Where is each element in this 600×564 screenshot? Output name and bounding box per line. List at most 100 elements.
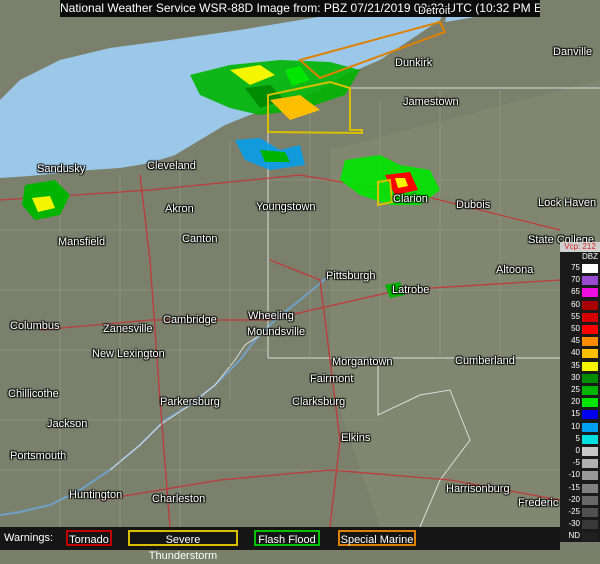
- city-label: Harrisonburg: [446, 483, 510, 495]
- city-label: Columbus: [10, 320, 60, 332]
- legend-level: 10: [560, 422, 600, 433]
- dbz-legend: Vcp: 212 DBZ 75 70 65 60 55 50 45 40 35 30 25 20 15 1…: [560, 242, 600, 542]
- legend-level: 60: [560, 300, 600, 311]
- legend-level-label: 5: [575, 433, 580, 443]
- legend-level: -20: [560, 495, 600, 506]
- city-label: Altoona: [496, 264, 534, 276]
- legend-level-label: 50: [571, 324, 580, 333]
- legend-level: -5: [560, 458, 600, 469]
- warning-flash-flood[interactable]: Flash Flood: [254, 530, 320, 546]
- legend-level-label: 45: [571, 336, 580, 346]
- legend-level-label: -25: [568, 507, 580, 516]
- legend-level-swatch: [582, 325, 598, 334]
- legend-level-label: 60: [571, 299, 580, 309]
- city-label: Lock Haven: [538, 197, 597, 209]
- legend-level-label: -30: [568, 519, 580, 529]
- legend-level: 40: [560, 348, 600, 359]
- city-label: Dubois: [456, 199, 491, 211]
- city-label: Detroit: [418, 5, 451, 17]
- city-label: Chillicothe: [8, 388, 59, 400]
- city-label: Clarion: [393, 193, 428, 205]
- city-label: Sandusky: [37, 163, 86, 175]
- city-label: Parkersburg: [160, 396, 220, 408]
- warning-special-marine[interactable]: Special Marine: [338, 530, 416, 546]
- legend-level-label: 20: [571, 397, 580, 407]
- city-label: Elkins: [341, 432, 371, 444]
- city-label: Akron: [165, 203, 194, 215]
- legend-level-label: 15: [571, 409, 580, 419]
- city-label: New Lexington: [92, 348, 165, 360]
- legend-level-swatch: [582, 300, 598, 310]
- legend-level-swatch: [582, 349, 598, 359]
- city-label: Zanesville: [103, 323, 153, 335]
- warning-tornado[interactable]: Tornado: [66, 530, 112, 546]
- legend-level: 30: [560, 373, 600, 384]
- legend-level: 15: [560, 409, 600, 420]
- legend-level-label: -20: [568, 494, 580, 504]
- legend-level-label: -10: [568, 470, 580, 480]
- legend-level-label: 65: [571, 287, 580, 297]
- legend-level-swatch: [582, 471, 598, 481]
- city-label: Portsmouth: [10, 450, 67, 462]
- legend-level: 25: [560, 385, 600, 396]
- city-label: Canton: [182, 233, 218, 245]
- city-label: Cumberland: [455, 355, 515, 367]
- city-label: Moundsville: [247, 326, 306, 338]
- city-label: Clarksburg: [292, 396, 346, 408]
- legend-level: 70: [560, 275, 600, 286]
- city-label: Huntington: [69, 489, 123, 501]
- legend-level-swatch: [582, 422, 598, 432]
- legend-level-label: 55: [571, 311, 580, 321]
- legend-level-label: 40: [571, 348, 580, 358]
- legend-level-swatch: [582, 520, 598, 530]
- legend-level-label: 0: [575, 446, 580, 455]
- legend-level-swatch: [582, 495, 598, 505]
- legend-level-swatch: [582, 386, 598, 395]
- legend-level-swatch: [582, 447, 598, 456]
- legend-level-swatch: [582, 288, 598, 298]
- legend-level: 65: [560, 287, 600, 298]
- legend-level: ND: [560, 531, 600, 542]
- legend-level: 0: [560, 446, 600, 457]
- legend-level-label: -5: [572, 458, 580, 468]
- legend-level: 75: [560, 263, 600, 274]
- legend-level-swatch: [582, 373, 598, 383]
- legend-level-swatch: [582, 398, 598, 408]
- legend-level: -15: [560, 483, 600, 494]
- legend-level-label: 75: [571, 263, 580, 272]
- legend-level-swatch: [582, 508, 598, 517]
- city-label: Morgantown: [332, 356, 393, 368]
- legend-level: 20: [560, 397, 600, 408]
- legend-level-swatch: [582, 312, 598, 322]
- legend-product: Vcp: 212: [560, 242, 600, 252]
- city-label: Jamestown: [403, 96, 459, 108]
- legend-level-swatch: [582, 459, 598, 469]
- legend-level: 35: [560, 361, 600, 372]
- legend-level-label: 25: [571, 385, 580, 394]
- city-label: Fairmont: [310, 373, 354, 385]
- legend-level-label: 70: [571, 275, 580, 285]
- warning-severe-thunderstorm[interactable]: Severe Thunderstorm: [128, 530, 238, 562]
- warnings-label: Warnings:: [4, 532, 54, 544]
- legend-level-label: 10: [571, 421, 580, 431]
- page-title: National Weather Service WSR-88D Image f…: [60, 0, 540, 17]
- city-label: Dunkirk: [395, 57, 433, 69]
- legend-level: 55: [560, 312, 600, 323]
- city-label: Wheeling: [248, 310, 294, 322]
- legend-level-label: -15: [568, 482, 580, 492]
- city-label: Cambridge: [163, 314, 217, 326]
- legend-level-swatch: [582, 434, 598, 444]
- legend-level: 5: [560, 434, 600, 445]
- city-label: Danville: [553, 46, 593, 58]
- legend-unit: DBZ: [582, 252, 598, 261]
- legend-level: -10: [560, 470, 600, 481]
- city-label: Pittsburgh: [326, 270, 376, 282]
- legend-level: 50: [560, 324, 600, 335]
- legend-level-swatch: [582, 410, 598, 420]
- city-label: Cleveland: [147, 160, 196, 172]
- legend-level-swatch: [582, 337, 598, 347]
- legend-level-swatch: [582, 276, 598, 286]
- legend-level-swatch: [582, 264, 598, 273]
- legend-level-swatch: [582, 361, 598, 371]
- legend-level-label: 30: [571, 372, 580, 382]
